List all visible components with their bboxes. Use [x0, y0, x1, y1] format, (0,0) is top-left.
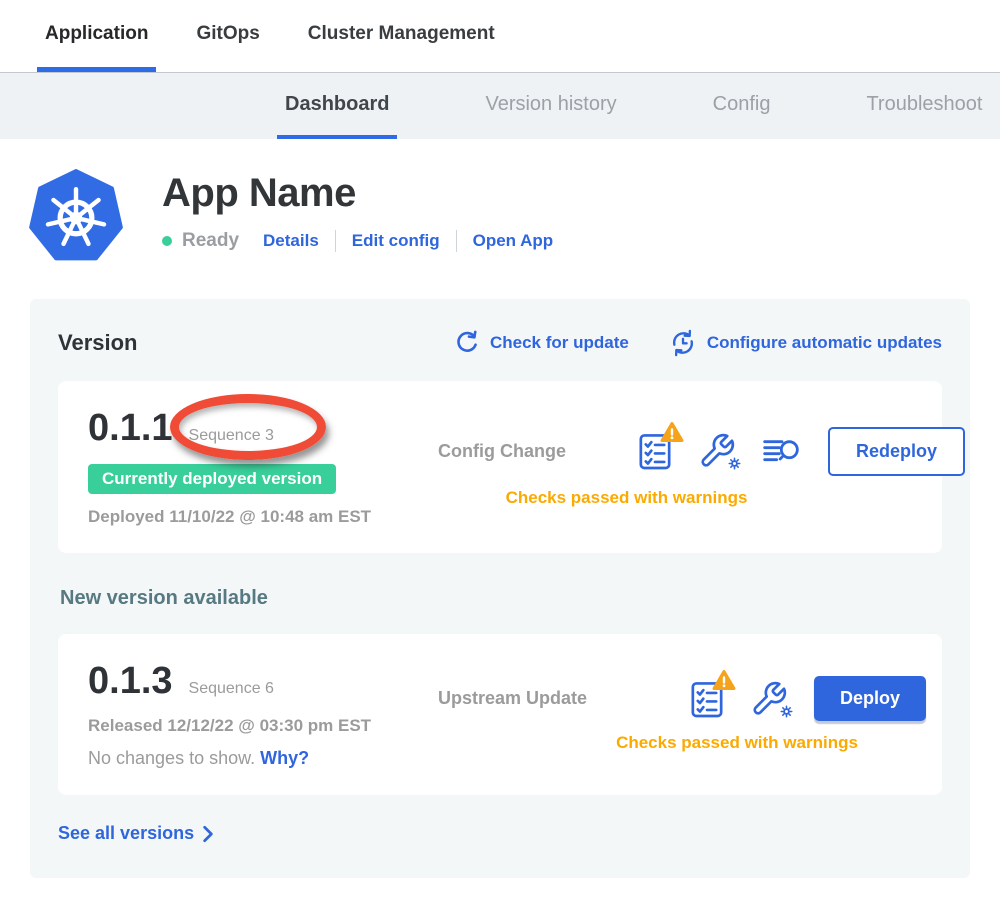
current-version-detail-top: Config Change	[438, 427, 965, 476]
gear-icon	[726, 455, 743, 472]
app-header: App Name Ready Details Edit config Open …	[28, 169, 1000, 265]
no-changes-text: No changes to show.	[88, 748, 255, 768]
top-nav: Application GitOps Cluster Management	[0, 0, 1000, 72]
redeploy-button[interactable]: Redeploy	[828, 427, 965, 476]
available-version-icons	[690, 679, 788, 719]
current-version-row: 0.1.1 Sequence 3 Currently deployed vers…	[58, 381, 942, 553]
current-version-icons	[638, 431, 802, 471]
available-version-checks-status: Checks passed with warnings	[438, 733, 926, 753]
auto-update-clock-icon	[669, 329, 697, 357]
divider	[456, 230, 457, 252]
gear-icon	[778, 703, 795, 720]
diff-lines-magnifier-icon	[762, 434, 802, 468]
page-title: App Name	[162, 171, 553, 216]
check-for-update-link[interactable]: Check for update	[454, 330, 629, 356]
status-dot-icon	[162, 236, 172, 246]
released-timestamp: Released 12/12/22 @ 03:30 pm EST	[88, 716, 438, 736]
status-badge: Ready	[182, 230, 239, 252]
available-version-detail-top: Upstream Update	[438, 676, 926, 721]
view-diff-icon[interactable]	[762, 434, 802, 468]
see-all-versions-link[interactable]: See all versions	[58, 823, 214, 844]
app-header-text: App Name Ready Details Edit config Open …	[162, 169, 553, 265]
subnav-tab-label: Config	[713, 93, 771, 116]
warning-triangle-icon	[712, 669, 736, 691]
warning-triangle-icon	[660, 421, 684, 443]
subnav-tab-label: Dashboard	[285, 93, 389, 116]
topnav-tab-cluster-management[interactable]: Cluster Management	[300, 0, 503, 72]
current-version-detail: Config Change	[438, 427, 965, 508]
preflight-checks-icon[interactable]	[638, 431, 672, 471]
version-card: Version Check for update Configure autom…	[30, 299, 970, 878]
subnav-tab-version-history[interactable]: Version history	[477, 73, 624, 139]
topnav-tab-gitops[interactable]: GitOps	[188, 0, 267, 72]
subnav-tab-label: Troubleshoot	[866, 93, 982, 116]
available-version-source: Upstream Update	[438, 688, 638, 709]
kubernetes-logo-icon	[28, 169, 124, 265]
current-version-checks-status: Checks passed with warnings	[438, 488, 965, 508]
available-version-number: 0.1.3	[88, 660, 173, 703]
topnav-tab-application[interactable]: Application	[37, 0, 156, 72]
version-card-title: Version	[58, 330, 137, 356]
view-config-icon[interactable]	[750, 680, 788, 718]
edit-config-link[interactable]: Edit config	[352, 231, 440, 251]
app-status-row: Ready Details Edit config Open App	[162, 230, 553, 252]
why-link[interactable]: Why?	[260, 748, 309, 768]
version-card-actions: Check for update Configure automatic upd…	[454, 329, 942, 357]
topnav-tab-label: Cluster Management	[308, 23, 495, 45]
refresh-icon	[454, 330, 480, 356]
available-version-detail: Upstream Update	[438, 676, 926, 753]
view-config-icon[interactable]	[698, 432, 736, 470]
current-version-number-line: 0.1.1 Sequence 3	[88, 407, 438, 450]
subnav-tab-dashboard[interactable]: Dashboard	[277, 73, 397, 139]
configure-automatic-updates-link[interactable]: Configure automatic updates	[669, 329, 942, 357]
current-version-number: 0.1.1	[88, 407, 173, 450]
current-version-sequence: Sequence 3	[189, 427, 274, 445]
deployed-timestamp: Deployed 11/10/22 @ 10:48 am EST	[88, 507, 438, 527]
available-version-number-line: 0.1.3 Sequence 6	[88, 660, 438, 703]
topnav-tab-label: Application	[45, 23, 148, 45]
version-card-header: Version Check for update Configure autom…	[58, 329, 942, 357]
topnav-tab-label: GitOps	[196, 23, 259, 45]
app-sub-nav: Dashboard Version history Config Trouble…	[0, 72, 1000, 139]
preflight-checks-icon[interactable]	[690, 679, 724, 719]
new-version-heading: New version available	[60, 587, 940, 610]
see-all-versions-label: See all versions	[58, 823, 194, 844]
check-for-update-label: Check for update	[490, 333, 629, 353]
currently-deployed-badge: Currently deployed version	[88, 464, 336, 494]
subnav-tab-label: Version history	[485, 93, 616, 116]
subnav-tab-config[interactable]: Config	[705, 73, 779, 139]
subnav-tab-troubleshoot[interactable]: Troubleshoot	[858, 73, 990, 139]
current-version-source: Config Change	[438, 441, 638, 462]
current-version-info: 0.1.1 Sequence 3 Currently deployed vers…	[88, 407, 438, 527]
deploy-button[interactable]: Deploy	[814, 676, 926, 721]
no-changes-line: No changes to show. Why?	[88, 748, 438, 769]
configure-automatic-updates-label: Configure automatic updates	[707, 333, 942, 353]
available-version-row: 0.1.3 Sequence 6 Released 12/12/22 @ 03:…	[58, 634, 942, 795]
available-version-sequence: Sequence 6	[189, 680, 274, 698]
details-link[interactable]: Details	[263, 231, 319, 251]
open-app-link[interactable]: Open App	[473, 231, 554, 251]
divider	[335, 230, 336, 252]
chevron-right-icon	[202, 825, 214, 843]
available-version-info: 0.1.3 Sequence 6 Released 12/12/22 @ 03:…	[88, 660, 438, 769]
